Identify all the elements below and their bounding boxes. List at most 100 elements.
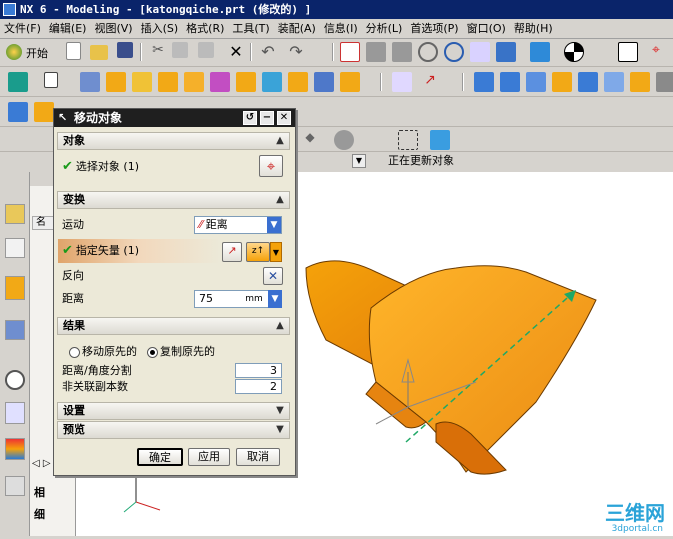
result-section-header[interactable]: 结果 ▲ — [57, 317, 290, 335]
groove-icon[interactable] — [262, 72, 282, 92]
preview-section-header[interactable]: 预览 ▼ — [57, 421, 290, 439]
ok-button[interactable]: 确定 — [137, 448, 183, 466]
delete-icon[interactable]: ✕ — [226, 42, 246, 62]
apply-button[interactable]: 应用 — [188, 448, 230, 466]
extrude-icon[interactable] — [80, 72, 100, 92]
system-materials-tab[interactable] — [5, 402, 25, 424]
zoom-window-icon[interactable] — [366, 42, 386, 62]
surface-4-icon[interactable] — [552, 72, 572, 92]
select-object-row[interactable]: ✔ 选择对象 (1) — [62, 157, 139, 177]
intersect-icon[interactable] — [340, 72, 360, 92]
background-icon[interactable] — [564, 42, 584, 62]
select-box-icon[interactable] — [398, 130, 418, 150]
edge-blend-icon[interactable]: ↗ — [420, 72, 440, 92]
sketch-icon[interactable] — [8, 72, 28, 92]
menu-insert[interactable]: 插入(S) — [137, 19, 183, 39]
slot-icon[interactable] — [236, 72, 256, 92]
nav-tab-related[interactable]: 相 — [34, 484, 45, 500]
visualization-tab[interactable] — [5, 438, 25, 460]
move-original-radio[interactable]: 移动原先的 — [69, 344, 149, 360]
dialog-minimize-button[interactable]: − — [260, 111, 274, 125]
surface-3-icon[interactable] — [526, 72, 546, 92]
menu-format[interactable]: 格式(R) — [182, 19, 228, 39]
dialog-close-button[interactable]: ✕ — [277, 111, 291, 125]
menu-file[interactable]: 文件(F) — [0, 19, 45, 39]
collapse-status-button[interactable]: ▼ — [352, 154, 366, 168]
divisions-input[interactable]: 3 — [235, 363, 282, 378]
pan-icon[interactable] — [392, 42, 412, 62]
assembly-navigator-tab[interactable] — [5, 204, 25, 224]
select-body-icon[interactable] — [430, 130, 450, 150]
render-style-icon[interactable] — [496, 42, 516, 62]
vector-type-dropdown-icon[interactable]: ▼ — [270, 242, 282, 262]
menu-window[interactable]: 窗口(O) — [463, 19, 510, 39]
boss-icon[interactable] — [158, 72, 178, 92]
surface-1-icon[interactable] — [474, 72, 494, 92]
menu-assembly[interactable]: 装配(A) — [274, 19, 320, 39]
orient-view-icon[interactable] — [470, 42, 490, 62]
snap-point-icon[interactable]: ◆ — [300, 130, 320, 150]
assembly-nav-icon[interactable] — [8, 102, 28, 122]
datum-plane-icon[interactable] — [44, 72, 58, 88]
menu-tools[interactable]: 工具(T) — [228, 19, 273, 39]
surface-6-icon[interactable] — [604, 72, 624, 92]
history-tab[interactable] — [5, 370, 25, 390]
new-file-icon[interactable] — [66, 42, 81, 60]
wcs-icon[interactable] — [618, 42, 638, 62]
undo-icon[interactable]: ↶ — [258, 42, 278, 62]
pad-icon[interactable] — [210, 72, 230, 92]
surface-panel-main[interactable] — [368, 265, 597, 473]
save-icon[interactable] — [117, 42, 133, 58]
copy-original-radio[interactable]: 复制原先的 — [147, 344, 237, 360]
distance-input[interactable]: 75 mm — [194, 290, 269, 308]
start-button[interactable]: 开始 — [6, 42, 58, 62]
unite-icon[interactable] — [288, 72, 308, 92]
reverse-direction-button[interactable]: ✕ — [263, 267, 283, 285]
redo-icon[interactable]: ↷ — [286, 42, 306, 62]
dialog-reset-button[interactable]: ↺ — [243, 111, 257, 125]
vector-type-select[interactable]: z↑ — [246, 242, 270, 262]
rotate-icon[interactable] — [444, 42, 464, 62]
roles-tab[interactable] — [5, 476, 25, 496]
constraint-navigator-tab[interactable] — [5, 238, 25, 258]
distance-options-dropdown-icon[interactable]: ▼ — [268, 290, 282, 308]
menu-view[interactable]: 视图(V) — [90, 19, 136, 39]
menu-edit[interactable]: 编辑(E) — [45, 19, 91, 39]
menu-analysis[interactable]: 分析(L) — [362, 19, 407, 39]
menu-help[interactable]: 帮助(H) — [510, 19, 557, 39]
csys-icon[interactable]: ⌖ — [646, 42, 666, 62]
surface-7-icon[interactable] — [630, 72, 650, 92]
surface-8-icon[interactable] — [656, 72, 673, 92]
snap-ellipse-icon[interactable] — [334, 130, 354, 150]
hole-icon[interactable] — [132, 72, 152, 92]
menu-preferences[interactable]: 首选项(P) — [406, 19, 462, 39]
revolve-icon[interactable] — [106, 72, 126, 92]
part-nav-icon[interactable] — [34, 102, 54, 122]
nav-column-header[interactable]: 名 — [32, 216, 54, 230]
transform-section-header[interactable]: 变换 ▲ — [57, 191, 290, 209]
paste-icon[interactable] — [198, 42, 214, 58]
pocket-icon[interactable] — [184, 72, 204, 92]
fit-view-icon[interactable] — [340, 42, 360, 62]
open-folder-icon[interactable] — [90, 45, 108, 60]
vector-dialog-button[interactable]: ↗ — [222, 242, 242, 262]
shaded-cube-icon[interactable] — [530, 42, 550, 62]
dialog-title-bar[interactable]: ↖ 移动对象 ↺ − ✕ — [54, 109, 295, 127]
subtract-icon[interactable] — [314, 72, 334, 92]
trim-body-icon[interactable] — [392, 72, 412, 92]
cancel-button[interactable]: 取消 — [236, 448, 280, 466]
surface-5-icon[interactable] — [578, 72, 598, 92]
surface-2-icon[interactable] — [500, 72, 520, 92]
copies-input[interactable]: 2 — [235, 379, 282, 394]
zoom-icon[interactable] — [418, 42, 438, 62]
menu-info[interactable]: 信息(I) — [320, 19, 362, 39]
object-section-header[interactable]: 对象 ▲ — [57, 132, 290, 150]
specify-vector-row[interactable]: ✔ 指定矢量 (1) — [62, 241, 139, 261]
copy-icon[interactable] — [172, 42, 188, 58]
part-navigator-tab[interactable] — [5, 276, 25, 300]
nav-tab-details[interactable]: 细 — [34, 506, 45, 522]
select-object-crosshair-button[interactable]: ⌖ — [259, 155, 283, 177]
cut-icon[interactable]: ✂ — [148, 42, 168, 62]
settings-section-header[interactable]: 设置 ▼ — [57, 402, 290, 420]
reuse-library-tab[interactable] — [5, 320, 25, 340]
